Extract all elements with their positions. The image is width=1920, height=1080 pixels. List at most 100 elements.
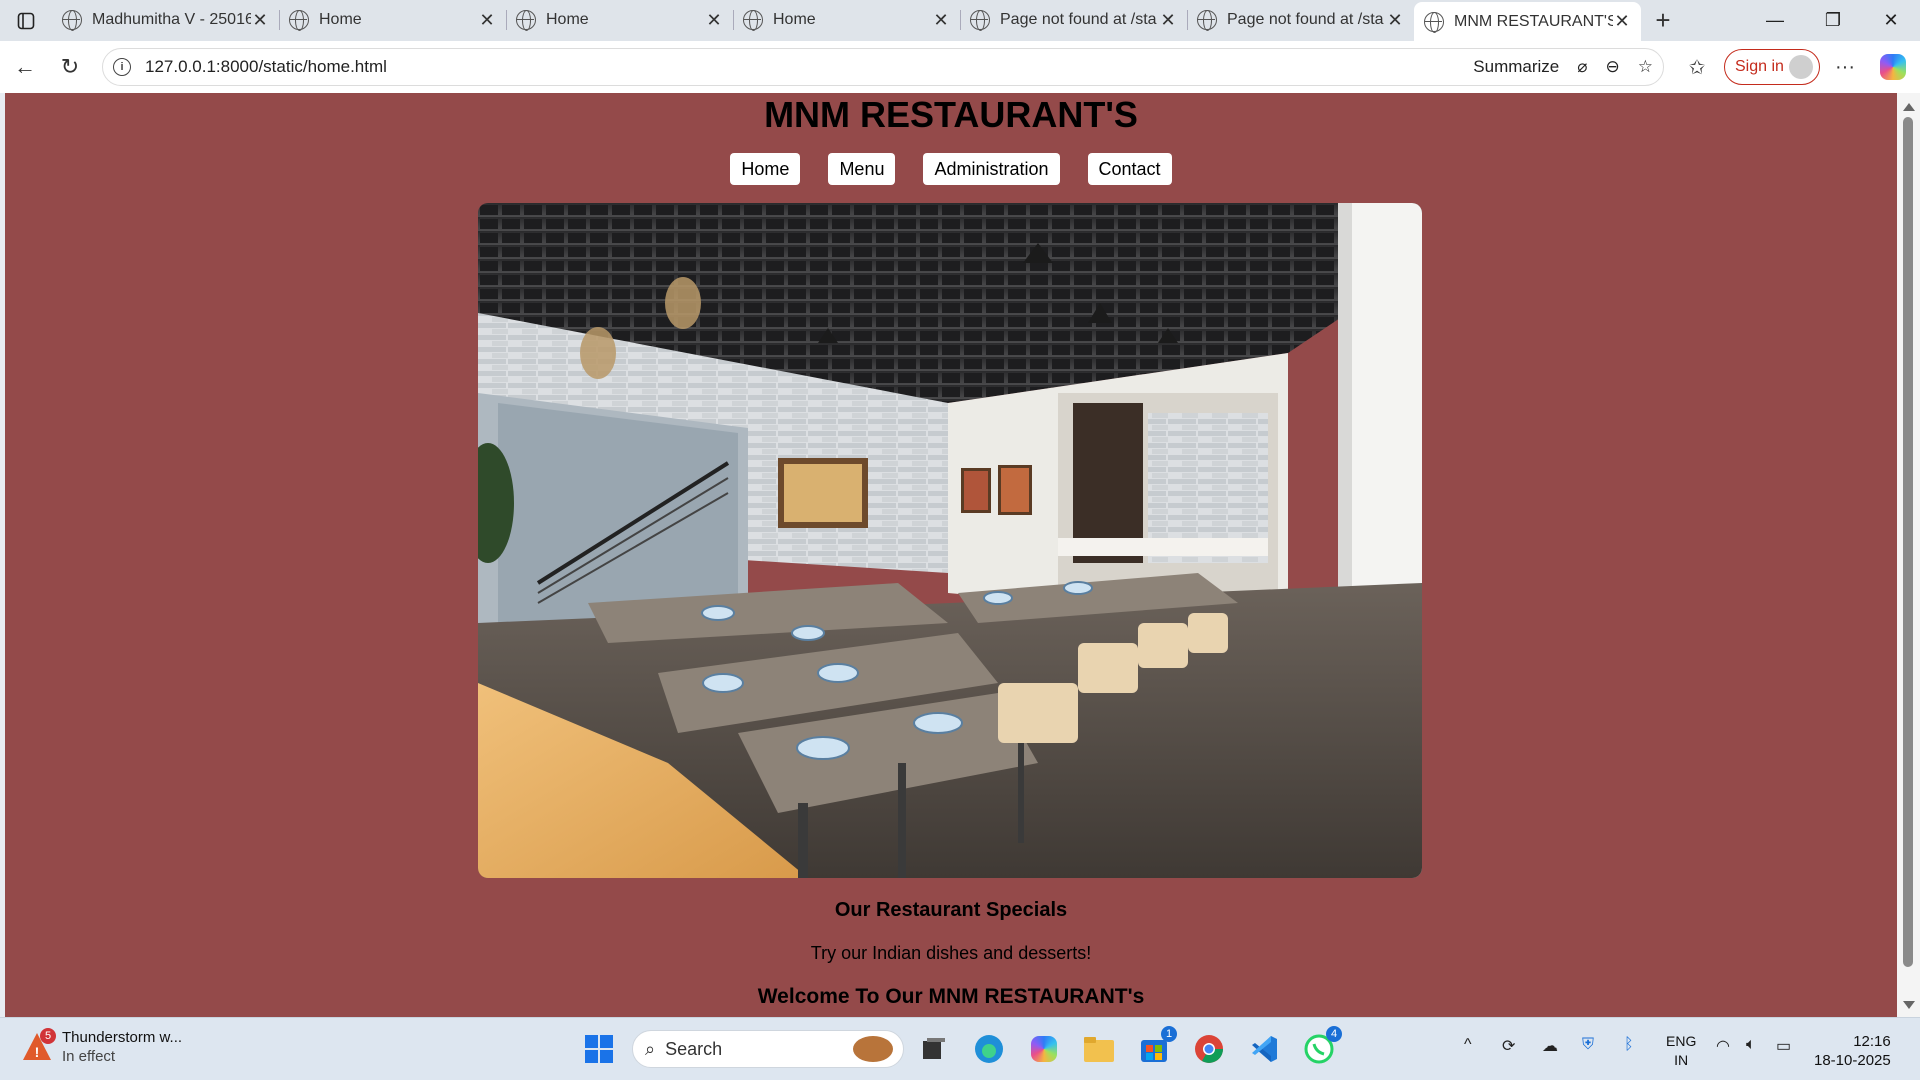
close-icon[interactable]: ✕ xyxy=(932,10,950,31)
search-highlight-icon xyxy=(853,1036,893,1062)
wifi-icon[interactable]: ◠ xyxy=(1716,1036,1730,1056)
restaurant-interior-image xyxy=(478,203,1422,878)
page-title: MNM RESTAURANT'S xyxy=(764,94,1138,135)
start-button[interactable] xyxy=(578,1028,620,1070)
browser-tab[interactable]: Page not found at /sta ✕ xyxy=(1187,2,1414,38)
weather-badge: 5 xyxy=(40,1028,56,1044)
file-explorer-button[interactable] xyxy=(1078,1028,1120,1070)
sign-in-label: Sign in xyxy=(1735,58,1784,75)
globe-icon xyxy=(1197,10,1217,31)
close-icon[interactable]: ✕ xyxy=(1613,11,1631,32)
bluetooth-icon[interactable]: ᛒ xyxy=(1624,1036,1634,1054)
taskbar-search[interactable]: ⌕ Search xyxy=(632,1030,904,1068)
tab-title: Home xyxy=(319,11,362,28)
whatsapp-button[interactable]: 4 xyxy=(1298,1026,1342,1070)
browser-tab[interactable]: Home ✕ xyxy=(279,2,506,38)
site-info-icon[interactable]: i xyxy=(113,58,131,76)
copilot-taskbar-icon xyxy=(1031,1036,1057,1062)
tab-title: MNM RESTAURANT'S xyxy=(1454,12,1613,30)
close-icon[interactable]: ✕ xyxy=(1386,10,1404,31)
close-icon[interactable]: ✕ xyxy=(478,10,496,31)
close-icon[interactable]: ✕ xyxy=(1159,10,1177,31)
browser-toolbar: ← ↻ i 127.0.0.1:8000/static/home.html Su… xyxy=(0,41,1920,93)
tab-actions-button[interactable] xyxy=(0,0,52,41)
close-window-button[interactable]: ✕ xyxy=(1862,0,1920,41)
favorites-icon[interactable]: ✩ xyxy=(1674,44,1720,90)
nav-administration-link[interactable]: Administration xyxy=(923,153,1060,185)
browser-tab-active[interactable]: MNM RESTAURANT'S ✕ xyxy=(1414,2,1641,41)
url-text[interactable]: 127.0.0.1:8000/static/home.html xyxy=(145,57,387,77)
specials-text: Try our Indian dishes and desserts! xyxy=(810,943,1092,963)
battery-icon[interactable]: ▭ xyxy=(1776,1036,1791,1056)
more-options-icon[interactable]: ··· xyxy=(1822,44,1868,90)
close-icon[interactable]: ✕ xyxy=(705,10,723,31)
globe-icon xyxy=(1424,11,1444,33)
task-view-icon xyxy=(923,1038,945,1059)
new-tab-button[interactable]: + xyxy=(1641,2,1685,38)
weather-widget[interactable]: ! 5 Thunderstorm w... In effect xyxy=(20,1028,182,1066)
zoom-icon[interactable]: ⊖ xyxy=(1606,57,1620,77)
tab-title: Madhumitha V - 25016 xyxy=(92,11,251,28)
chrome-icon xyxy=(1195,1035,1223,1063)
browser-tab-strip: Madhumitha V - 25016 ✕ Home ✕ Home ✕ Home ✕ … xyxy=(0,0,1920,41)
tab-title: Home xyxy=(546,11,589,28)
clock[interactable]: 12:16 18-10-2025 xyxy=(1814,1032,1891,1070)
language-indicator[interactable]: ENG IN xyxy=(1666,1032,1696,1070)
summarize-button[interactable]: Summarize xyxy=(1473,57,1559,77)
specials-heading: Our Restaurant Specials xyxy=(834,899,1068,921)
clock-time: 12:16 xyxy=(1853,1033,1891,1050)
clock-date: 18-10-2025 xyxy=(1814,1052,1891,1069)
scroll-thumb[interactable] xyxy=(1903,117,1913,967)
address-bar[interactable]: i 127.0.0.1:8000/static/home.html Summar… xyxy=(102,48,1664,86)
svg-text:!: ! xyxy=(35,1044,40,1060)
vscode-button[interactable] xyxy=(1243,1028,1285,1070)
vscode-icon xyxy=(1252,1036,1277,1062)
edge-button[interactable] xyxy=(968,1028,1010,1070)
nav-menu-link[interactable]: Menu xyxy=(828,153,896,185)
nav-contact-link[interactable]: Contact xyxy=(1087,153,1172,185)
chrome-button[interactable] xyxy=(1188,1028,1230,1070)
security-shield-icon[interactable]: ⛨ xyxy=(1582,1036,1594,1054)
tab-title: Page not found at /sta xyxy=(1000,11,1157,28)
search-placeholder: Search xyxy=(665,1038,723,1059)
minimize-button[interactable]: — xyxy=(1746,0,1804,41)
avatar xyxy=(1789,55,1813,79)
page-scrollbar[interactable] xyxy=(1897,93,1920,1017)
browser-tab[interactable]: Home ✕ xyxy=(733,2,960,38)
copilot-taskbar-button[interactable] xyxy=(1023,1028,1065,1070)
volume-icon[interactable]: 🔈︎ xyxy=(1746,1036,1756,1054)
refresh-button[interactable]: ↻ xyxy=(47,44,93,90)
weather-title: Thunderstorm w... xyxy=(62,1029,183,1046)
sync-icon[interactable]: ⟳ xyxy=(1502,1036,1515,1056)
show-hidden-icons-icon[interactable]: ^ xyxy=(1464,1036,1472,1054)
scroll-down-icon[interactable] xyxy=(1903,1001,1915,1009)
page-viewport: MNM RESTAURANT'S Home Menu Administratio… xyxy=(5,93,1897,1017)
onedrive-off-icon[interactable]: ☁ xyxy=(1542,1036,1558,1056)
store-button[interactable]: 1 xyxy=(1133,1026,1177,1070)
site-nav: Home Menu Administration Contact xyxy=(5,153,1897,185)
copilot-icon xyxy=(1880,54,1906,80)
weather-subtitle: In effect xyxy=(62,1048,116,1065)
tab-title: Home xyxy=(773,11,816,28)
weather-alert-icon: ! 5 xyxy=(20,1028,56,1064)
favorite-star-icon[interactable]: ☆ xyxy=(1638,57,1653,77)
close-icon[interactable]: ✕ xyxy=(251,10,269,31)
browser-tab[interactable]: Home ✕ xyxy=(506,2,733,38)
nav-home-link[interactable]: Home xyxy=(730,153,801,185)
language-region: IN xyxy=(1674,1052,1689,1068)
search-icon: ⌕ xyxy=(645,1038,656,1059)
scroll-up-icon[interactable] xyxy=(1903,103,1915,111)
copilot-button[interactable] xyxy=(1870,44,1916,90)
folder-icon xyxy=(1084,1037,1114,1062)
browser-tab[interactable]: Madhumitha V - 25016 ✕ xyxy=(52,2,279,38)
back-button[interactable]: ← xyxy=(2,44,48,90)
task-view-button[interactable] xyxy=(913,1028,955,1070)
browser-tab[interactable]: Page not found at /sta ✕ xyxy=(960,2,1187,38)
restore-button[interactable]: ❐ xyxy=(1804,0,1862,41)
tab-title: Page not found at /sta xyxy=(1227,11,1384,28)
sign-in-button[interactable]: Sign in xyxy=(1724,49,1820,85)
globe-icon xyxy=(516,10,536,31)
globe-icon xyxy=(743,10,763,31)
whatsapp-badge: 4 xyxy=(1326,1026,1342,1042)
globe-icon xyxy=(289,10,309,31)
